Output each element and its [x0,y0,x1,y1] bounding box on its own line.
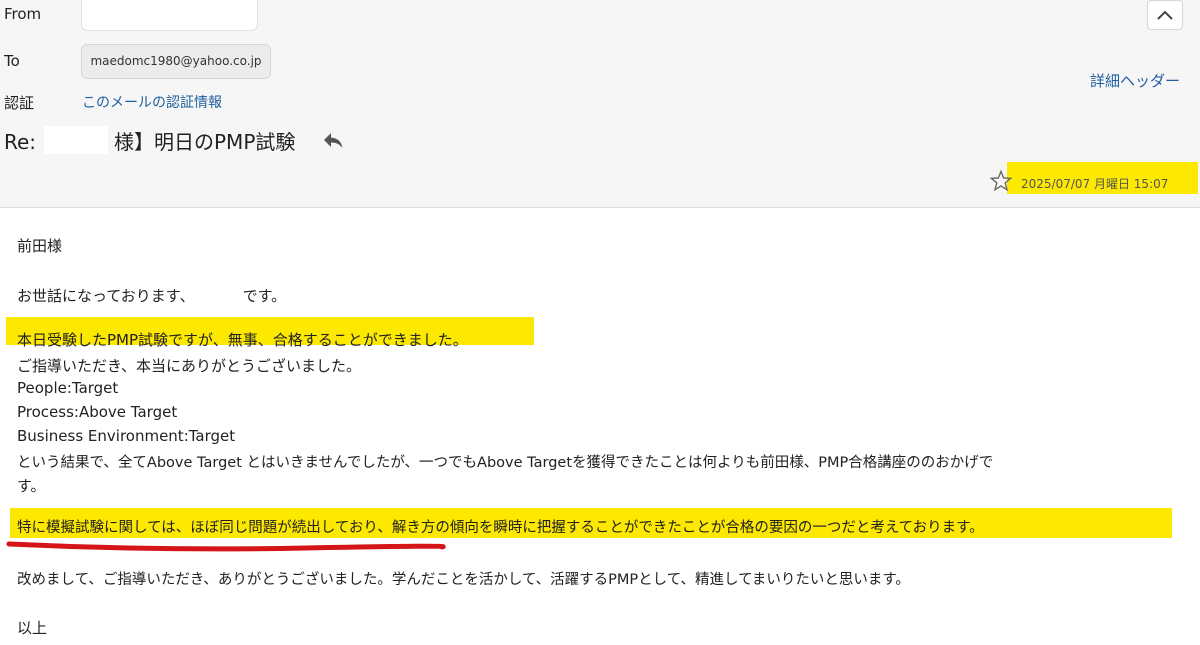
intro-after: です。 [242,287,287,305]
sign-off: 以上 [17,619,48,637]
reply-arrow-icon[interactable] [322,131,344,149]
intro-before: お世話になっております、 [17,287,195,305]
intro-line: お世話になっております、 です。 [17,285,286,306]
to-label: To [4,52,20,70]
closing-line: 改めまして、ご指導いただき、ありがとうございました。学んだことを活かして、活躍す… [17,572,910,588]
result-line-1: という結果で、全てAbove Target とはいきませんでしたが、一つでもAb… [17,455,994,471]
collapse-button[interactable] [1147,0,1183,30]
thanks-line: ご指導いただき、本当にありがとうございました。 [17,357,361,375]
star-icon[interactable] [990,170,1012,191]
from-field-redacted[interactable] [81,0,258,31]
from-label: From [4,5,42,23]
email-header: From To maedomc1980@yahoo.co.jp 認証 このメール… [0,0,1200,208]
result-business: Business Environment:Target [17,427,236,445]
auth-label: 認証 [4,94,35,112]
chevron-up-icon [1157,10,1173,20]
detail-header-link[interactable]: 詳細ヘッダー [1090,70,1180,91]
mock-line: 特に模擬試験に関しては、ほぼ同じ問題が続出しており、解き方の傾向を瞬時に把握する… [17,520,984,536]
subject-text: 様】明日のPMP試験 [114,130,296,154]
result-people: People:Target [17,379,119,397]
subject-redaction [44,126,108,154]
red-underline [6,541,446,552]
auth-info-link[interactable]: このメールの認証情報 [82,92,222,112]
result-process: Process:Above Target [17,403,178,421]
result-line-2: す。 [17,477,46,495]
pass-line: 本日受験したPMP試験ですが、無事、合格することができました。 [17,331,468,349]
to-recipient-chip[interactable]: maedomc1980@yahoo.co.jp [81,44,271,79]
greeting: 前田様 [17,237,63,255]
email-date: 2025/07/07 月曜日 15:07 [1021,177,1169,191]
